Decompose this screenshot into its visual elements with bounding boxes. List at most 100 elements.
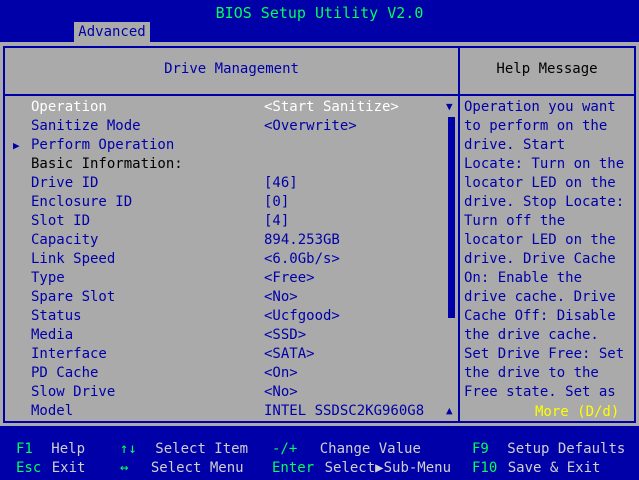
select-item-desc: Select Item <box>155 441 249 457</box>
row-type: Type <Free> <box>0 269 450 288</box>
help-line: drive. Start <box>464 137 566 153</box>
help-line: Cache Off: Disable <box>464 308 616 324</box>
type-label: Type <box>31 270 65 286</box>
horizontal-divider <box>5 94 634 96</box>
capacity-label: Capacity <box>31 232 99 248</box>
enter-key: Enter <box>272 460 315 476</box>
help-line: drive. Stop Locate: <box>464 194 625 210</box>
help-line: the drive to the <box>464 365 599 381</box>
f9-key: F9 <box>472 441 489 457</box>
row-operation[interactable]: Operation <Start Sanitize> <box>0 98 450 117</box>
status-value: <Ucfgood> <box>264 308 340 324</box>
up-down-arrows-icon: ↑↓ <box>120 441 137 457</box>
row-slot-id: Slot ID [4] <box>0 212 450 231</box>
change-value-desc: Change Value <box>319 441 421 457</box>
spare-slot-label: Spare Slot <box>31 289 116 305</box>
basic-info-label: Basic Information: <box>31 156 183 172</box>
help-line: Operation you want <box>464 99 616 115</box>
pd-cache-label: PD Cache <box>31 365 99 381</box>
help-line: Locate: Turn on the <box>464 156 625 172</box>
slow-drive-value: <No> <box>264 384 298 400</box>
row-interface: Interface <SATA> <box>0 345 450 364</box>
help-line: the drive cache. <box>464 327 599 343</box>
help-line: locator LED on the <box>464 175 616 191</box>
drive-id-value: [46] <box>264 175 298 191</box>
row-perform-operation[interactable]: ▶ Perform Operation <box>0 136 450 155</box>
slot-id-value: [4] <box>264 213 290 229</box>
row-media: Media <SSD> <box>0 326 450 345</box>
status-label: Status <box>31 308 82 324</box>
interface-label: Interface <box>31 346 107 362</box>
f10-desc: Save & Exit <box>507 460 601 476</box>
link-speed-label: Link Speed <box>31 251 116 267</box>
esc-desc: Exit <box>51 460 86 476</box>
help-line: locator LED on the <box>464 232 616 248</box>
type-value: <Free> <box>264 270 315 286</box>
section-title: Drive Management <box>164 61 299 77</box>
scrollbar-track[interactable] <box>448 318 455 402</box>
help-text: Operation you want to perform on the dri… <box>464 98 632 402</box>
media-label: Media <box>31 327 74 343</box>
help-line: On: Enable the <box>464 270 583 286</box>
hint-f9: F9 Setup Defaults <box>472 440 625 459</box>
row-sanitize-mode[interactable]: Sanitize Mode <Overwrite> <box>0 117 450 136</box>
row-enclosure-id: Enclosure ID [0] <box>0 193 450 212</box>
left-right-arrows-icon: ↔ <box>120 460 129 476</box>
app-title: BIOS Setup Utility V2.0 <box>215 4 424 22</box>
plus-minus-key: -/+ <box>272 441 298 457</box>
help-more-indicator: More (D/d) <box>535 404 620 420</box>
drive-id-label: Drive ID <box>31 175 99 191</box>
model-value: INTEL SSDSC2KG960G8 <box>264 403 425 419</box>
submenu-arrow-icon: ▶ <box>13 139 20 152</box>
hint-f1: F1 Help <box>16 440 85 459</box>
enter-desc: Select▶Sub-Menu <box>324 460 452 476</box>
f9-desc: Setup Defaults <box>507 441 626 457</box>
row-slow-drive: Slow Drive <No> <box>0 383 450 402</box>
row-pd-cache: PD Cache <On> <box>0 364 450 383</box>
f1-desc: Help <box>51 441 86 457</box>
media-value: <SSD> <box>264 327 307 343</box>
interface-value: <SATA> <box>264 346 315 362</box>
perform-operation-label[interactable]: Perform Operation <box>31 136 174 155</box>
slow-drive-label: Slow Drive <box>31 384 116 400</box>
help-line: Set Drive Free: Set <box>464 346 625 362</box>
help-line: drive cache. Drive <box>464 289 616 305</box>
spare-slot-value: <No> <box>264 289 298 305</box>
enclosure-id-label: Enclosure ID <box>31 194 133 210</box>
scroll-up-arrow-icon[interactable]: ▲ <box>446 405 453 417</box>
pd-cache-value: <On> <box>264 365 298 381</box>
capacity-value: 894.253GB <box>264 232 340 248</box>
hint-enter: Enter Select▶Sub-Menu <box>272 459 451 478</box>
sanitize-mode-value[interactable]: <Overwrite> <box>264 117 357 136</box>
help-line: drive. Drive Cache <box>464 251 616 267</box>
row-capacity: Capacity 894.253GB <box>0 231 450 250</box>
hint-esc: Esc Exit <box>16 459 85 478</box>
help-line: to perform on the <box>464 118 608 134</box>
tab-advanced[interactable]: Advanced <box>74 22 150 42</box>
help-line: Turn off the <box>464 213 566 229</box>
help-title: Help Message <box>496 61 598 77</box>
row-spare-slot: Spare Slot <No> <box>0 288 450 307</box>
hint-select-item: ↑↓ Select Item <box>120 440 248 459</box>
row-basic-info: Basic Information: <box>0 155 450 174</box>
scroll-down-arrow-icon[interactable]: ▼ <box>446 101 453 113</box>
row-drive-id: Drive ID [46] <box>0 174 450 193</box>
hint-select-menu: ↔ Select Menu <box>120 459 244 478</box>
row-model: Model INTEL SSDSC2KG960G8 <box>0 402 450 421</box>
link-speed-value: <6.0Gb/s> <box>264 251 340 267</box>
esc-key: Esc <box>16 460 42 476</box>
enclosure-id-value: [0] <box>264 194 290 210</box>
f1-key: F1 <box>16 441 33 457</box>
select-menu-desc: Select Menu <box>150 460 244 476</box>
vertical-divider <box>458 48 460 421</box>
slot-id-label: Slot ID <box>31 213 91 229</box>
model-label: Model <box>31 403 74 419</box>
hint-change-value: -/+ Change Value <box>272 440 421 459</box>
help-line: Free state. Set as <box>464 384 616 400</box>
operation-value[interactable]: <Start Sanitize> <box>264 98 399 117</box>
sanitize-mode-label: Sanitize Mode <box>31 118 141 134</box>
row-status: Status <Ucfgood> <box>0 307 450 326</box>
operation-label: Operation <box>31 99 107 115</box>
f10-key: F10 <box>472 460 498 476</box>
row-link-speed: Link Speed <6.0Gb/s> <box>0 250 450 269</box>
